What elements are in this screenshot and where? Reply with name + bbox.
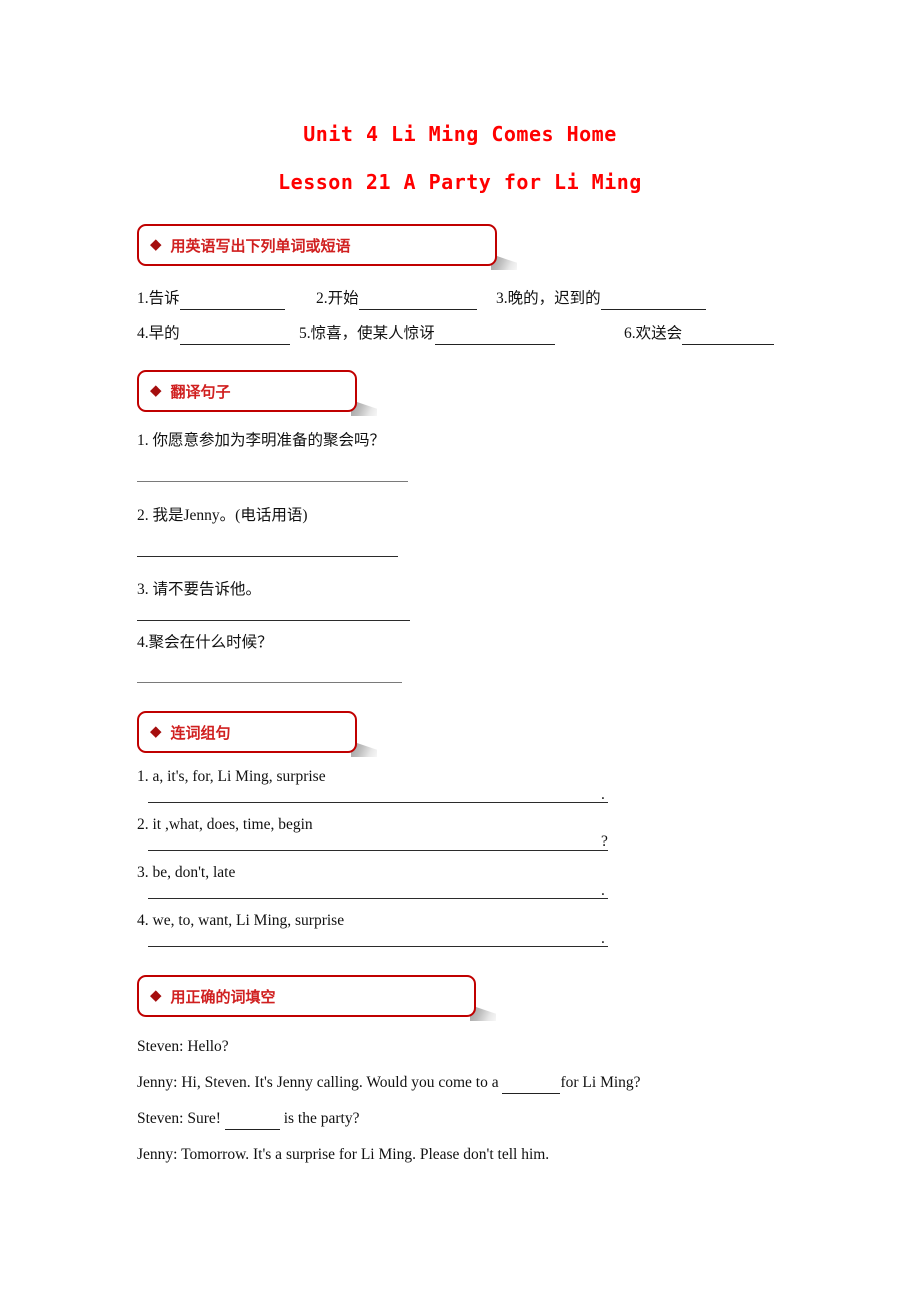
word-order-end-punct-1: . — [601, 786, 605, 803]
word-order-answer-line-3[interactable] — [148, 898, 608, 899]
page-subtitle: Lesson 21 A Party for Li Ming — [278, 170, 642, 194]
diamond-bullet-icon: ◆ — [150, 723, 162, 740]
dialogue-line-2: Jenny: Hi, Steven. It's Jenny calling. W… — [137, 1074, 641, 1094]
dialogue-line-2-part-2: for Li Ming? — [560, 1074, 641, 1091]
vocab-item-2: 2.开始 — [316, 290, 477, 310]
dialogue-line-3-part-1: Steven: Sure! — [137, 1110, 225, 1127]
translate-answer-line-2[interactable] — [137, 556, 398, 557]
vocab-item-3-label: 3.晚的，迟到的 — [496, 290, 601, 307]
word-order-answer-line-2[interactable] — [148, 850, 608, 851]
dialogue-line-4: Jenny: Tomorrow. It's a surprise for Li … — [137, 1146, 550, 1163]
dialogue-line-3: Steven: Sure! is the party? — [137, 1110, 359, 1130]
word-order-question-4: 4. we, to, want, Li Ming, surprise — [137, 912, 345, 929]
vocab-item-6-label: 6.欢送会 — [624, 325, 683, 342]
word-order-question-2: 2. it ,what, does, time, begin — [137, 816, 313, 833]
diamond-bullet-icon: ◆ — [150, 236, 162, 253]
dialogue-line-3-blank[interactable] — [224, 1110, 280, 1130]
translate-question-2: 2. 我是Jenny。(电话用语) — [137, 507, 308, 524]
section-header-fill-in-correct-word: ◆ 用正确的词填空 — [137, 975, 476, 1017]
word-order-question-3: 3. be, don't, late — [137, 864, 236, 881]
word-order-end-punct-4: . — [601, 930, 605, 947]
section-header-write-in-english: ◆ 用英语写出下列单词或短语 — [137, 224, 497, 266]
translate-question-1: 1. 你愿意参加为李明准备的聚会吗？ — [137, 432, 386, 449]
section-title-label: 用正确的词填空 — [170, 987, 276, 1006]
translate-question-4: 4.聚会在什么时候？ — [137, 634, 273, 651]
section-title-label: 翻译句子 — [170, 382, 231, 401]
word-order-end-punct-2: ? — [601, 833, 608, 850]
vocab-item-2-label: 2.开始 — [316, 290, 359, 307]
vocab-item-5-label: 5.惊喜，使某人惊讶 — [299, 325, 435, 342]
diamond-bullet-icon: ◆ — [150, 382, 162, 399]
vocab-item-4-label: 4.早的 — [137, 325, 180, 342]
section-title-label: 用英语写出下列单词或短语 — [170, 236, 351, 255]
vocab-item-6-blank[interactable] — [682, 325, 775, 345]
vocab-item-1-label: 1.告诉 — [137, 290, 180, 307]
dialogue-line-1: Steven: Hello? — [137, 1038, 229, 1055]
vocab-item-5: 5.惊喜，使某人惊讶 — [299, 325, 555, 345]
vocab-item-6: 6.欢送会 — [624, 325, 775, 345]
translate-answer-line-3[interactable] — [137, 620, 410, 621]
page-title: Unit 4 Li Ming Comes Home — [303, 122, 617, 146]
vocab-item-2-blank[interactable] — [358, 290, 477, 310]
vocab-item-1: 1.告诉 — [137, 290, 285, 310]
translate-question-3: 3. 请不要告诉他。 — [137, 581, 262, 598]
dialogue-line-3-part-2: is the party? — [279, 1110, 360, 1127]
word-order-end-punct-3: . — [601, 882, 605, 899]
vocab-item-4-blank[interactable] — [179, 325, 290, 345]
translate-answer-line-1[interactable] — [137, 481, 408, 482]
vocab-item-1-blank[interactable] — [179, 290, 285, 310]
dialogue-line-2-blank[interactable] — [502, 1074, 561, 1094]
section-header-word-order: ◆ 连词组句 — [137, 711, 357, 753]
word-order-answer-line-4[interactable] — [148, 946, 608, 947]
word-order-question-1: 1. a, it's, for, Li Ming, surprise — [137, 768, 326, 785]
section-title-label: 连词组句 — [170, 723, 231, 742]
section-header-translate-sentences: ◆ 翻译句子 — [137, 370, 357, 412]
translate-answer-line-4[interactable] — [137, 682, 402, 683]
vocab-item-4: 4.早的 — [137, 325, 290, 345]
vocab-item-3: 3.晚的，迟到的 — [496, 290, 706, 310]
vocab-item-5-blank[interactable] — [434, 325, 555, 345]
word-order-answer-line-1[interactable] — [148, 802, 608, 803]
dialogue-line-2-part-1: Jenny: Hi, Steven. It's Jenny calling. W… — [137, 1074, 503, 1091]
vocab-item-3-blank[interactable] — [600, 290, 706, 310]
diamond-bullet-icon: ◆ — [150, 987, 162, 1004]
